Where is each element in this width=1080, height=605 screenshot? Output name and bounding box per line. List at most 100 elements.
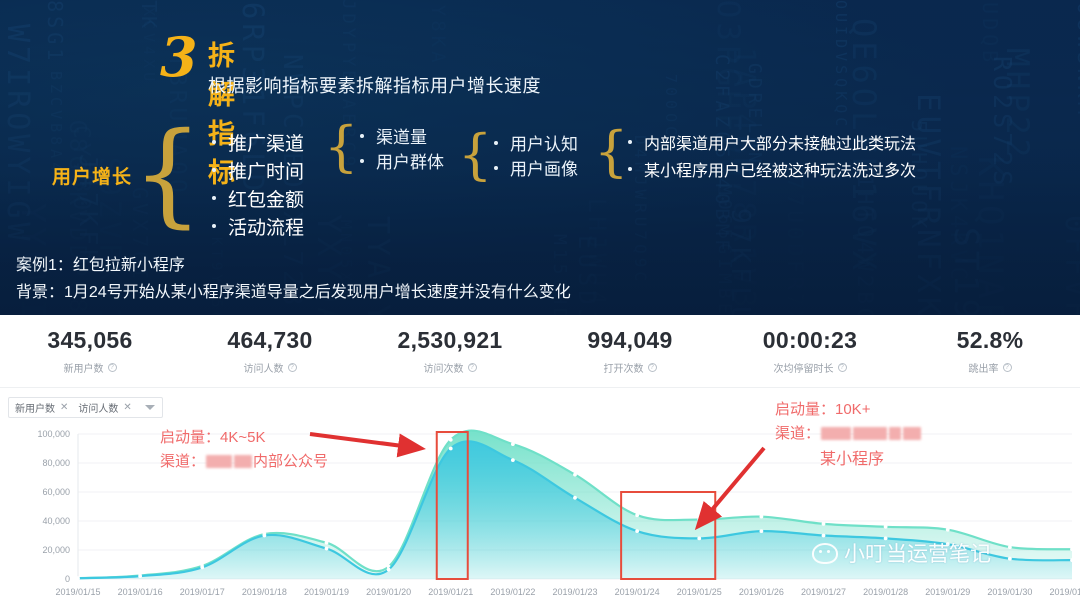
page-subtitle: 根据影响指标要素拆解指标用户增长速度 — [208, 76, 541, 96]
bullet-icon — [212, 140, 216, 144]
annotation-right-prefix: 渠道： — [775, 425, 821, 442]
metric-value: 52.8% — [956, 327, 1024, 353]
list-item: 渠道量 — [360, 123, 444, 148]
bullet-icon — [360, 158, 364, 163]
diagram-root-label: 用户增长 — [52, 167, 133, 188]
data-point[interactable] — [138, 574, 143, 578]
y-axis-tick: 0 — [65, 574, 70, 584]
data-point[interactable] — [200, 565, 205, 570]
list-item: 某小程序用户已经被这种玩法洗过多次 — [628, 155, 916, 182]
data-point[interactable] — [1007, 556, 1012, 561]
data-point[interactable] — [945, 527, 950, 532]
diagram-column-channel: 渠道量 用户群体 — [360, 123, 444, 173]
brace-icon-4: { — [594, 120, 629, 183]
bullet-icon — [212, 168, 216, 172]
x-axis-tick: 2019/01/31 — [1049, 587, 1080, 597]
brace-icon-2: { — [324, 115, 359, 178]
filter-chip-visitors[interactable]: 访问人数 ✕ — [78, 400, 131, 415]
x-axis-tick: 2019/01/19 — [304, 587, 349, 597]
x-axis-tick: 2019/01/20 — [366, 587, 411, 597]
diagram-column-factors: 推广渠道 推广时间 红包金额 活动流程 — [212, 128, 304, 240]
metric-label: 访问人数? — [180, 360, 360, 375]
diagram-column-conclusion: 内部渠道用户大部分未接触过此类玩法 某小程序用户已经被这种玩法洗过多次 — [628, 128, 916, 182]
data-point[interactable] — [1007, 545, 1012, 549]
close-icon[interactable]: ✕ — [123, 402, 131, 413]
bullet-icon — [494, 140, 498, 145]
list-item: 红包金额 — [212, 184, 304, 212]
x-axis-tick: 2019/01/24 — [615, 587, 660, 597]
metric-filter-select[interactable]: 新用户数 ✕ 访问人数 ✕ — [8, 397, 163, 418]
annotation-left-suffix: 内部公众号 — [253, 453, 329, 470]
case-title: 案例1：红包拉新小程序 — [16, 257, 185, 274]
chip-label: 新用户数 — [15, 404, 55, 415]
data-point[interactable] — [883, 536, 888, 541]
y-axis-tick: 40,000 — [42, 516, 70, 526]
y-axis-tick: 60,000 — [42, 487, 70, 497]
metrics-summary-bar: 345,056 新用户数? 464,730 访问人数? 2,530,921 访问次数? 99… — [0, 315, 1080, 387]
chevron-down-icon[interactable] — [145, 405, 155, 410]
data-point[interactable] — [448, 446, 453, 451]
data-point[interactable] — [76, 576, 80, 581]
data-point[interactable] — [324, 546, 329, 551]
data-point[interactable] — [821, 522, 826, 526]
bullet-icon — [360, 133, 364, 138]
item-label: 推广时间 — [228, 161, 305, 183]
data-point[interactable] — [510, 442, 515, 447]
data-point[interactable] — [1070, 558, 1074, 563]
x-axis-tick: 2019/01/28 — [863, 587, 908, 597]
data-point[interactable] — [759, 529, 764, 534]
list-item: 内部渠道用户大部分未接触过此类玩法 — [628, 128, 916, 155]
metric-label: 次均停留时长? — [720, 360, 900, 375]
y-axis-tick: 20,000 — [42, 545, 70, 555]
close-icon[interactable]: ✕ — [60, 402, 68, 413]
x-axis-tick: 2019/01/30 — [987, 587, 1032, 597]
data-point[interactable] — [510, 458, 515, 462]
bullet-icon — [212, 196, 216, 200]
data-point[interactable] — [1070, 547, 1074, 552]
data-point[interactable] — [697, 536, 702, 541]
data-point[interactable] — [635, 513, 640, 518]
help-icon[interactable]: ? — [837, 363, 847, 372]
list-item: 用户认知 — [494, 130, 578, 155]
help-icon[interactable]: ? — [467, 363, 477, 372]
data-point[interactable] — [573, 495, 577, 500]
help-icon[interactable]: ? — [287, 363, 297, 372]
data-point[interactable] — [883, 524, 888, 529]
item-label: 用户认知 — [510, 135, 578, 154]
chip-label: 访问人数 — [78, 404, 119, 415]
data-point[interactable] — [635, 529, 640, 534]
filter-chip-new-users[interactable]: 新用户数 ✕ — [15, 400, 68, 415]
metric-card: 00:00:23 次均停留时长? — [720, 315, 900, 387]
annotation-left-line2: 渠道： 内部公众号 — [160, 450, 328, 474]
step-number: 3 — [160, 25, 198, 89]
slide-page: KT9YT56C9HCY730C2FAZ05340BMF5UHQUOKOUIDV… — [0, 0, 1080, 605]
redacted-text — [234, 455, 253, 468]
list-item: 推广时间 — [212, 156, 304, 184]
help-icon[interactable]: ? — [1002, 363, 1012, 372]
data-point[interactable] — [759, 514, 764, 519]
data-point[interactable] — [262, 533, 267, 538]
x-axis-tick: 2019/01/25 — [677, 587, 722, 597]
metric-card: 345,056 新用户数? — [0, 315, 180, 387]
metric-card: 464,730 访问人数? — [180, 315, 360, 387]
data-point[interactable] — [573, 472, 577, 477]
data-point[interactable] — [945, 542, 950, 547]
data-point[interactable] — [324, 540, 329, 545]
x-axis-tick: 2019/01/18 — [242, 587, 287, 597]
x-axis-tick: 2019/01/27 — [801, 587, 846, 597]
metric-value: 994,049 — [587, 327, 673, 353]
redacted-text — [821, 427, 852, 440]
item-label: 某小程序用户已经被这种玩法洗过多次 — [644, 162, 917, 180]
help-icon[interactable]: ? — [647, 363, 657, 372]
x-axis-tick: 2019/01/15 — [55, 587, 100, 597]
bullet-icon — [628, 166, 632, 171]
redacted-text — [853, 427, 888, 440]
list-item: 推广渠道 — [212, 128, 304, 156]
redacted-text — [889, 427, 902, 440]
metric-card: 52.8% 跳出率? — [900, 315, 1080, 387]
data-point[interactable] — [386, 567, 391, 572]
data-point[interactable] — [448, 437, 453, 442]
data-point[interactable] — [821, 533, 826, 538]
redacted-text — [903, 427, 922, 440]
help-icon[interactable]: ? — [107, 363, 117, 372]
